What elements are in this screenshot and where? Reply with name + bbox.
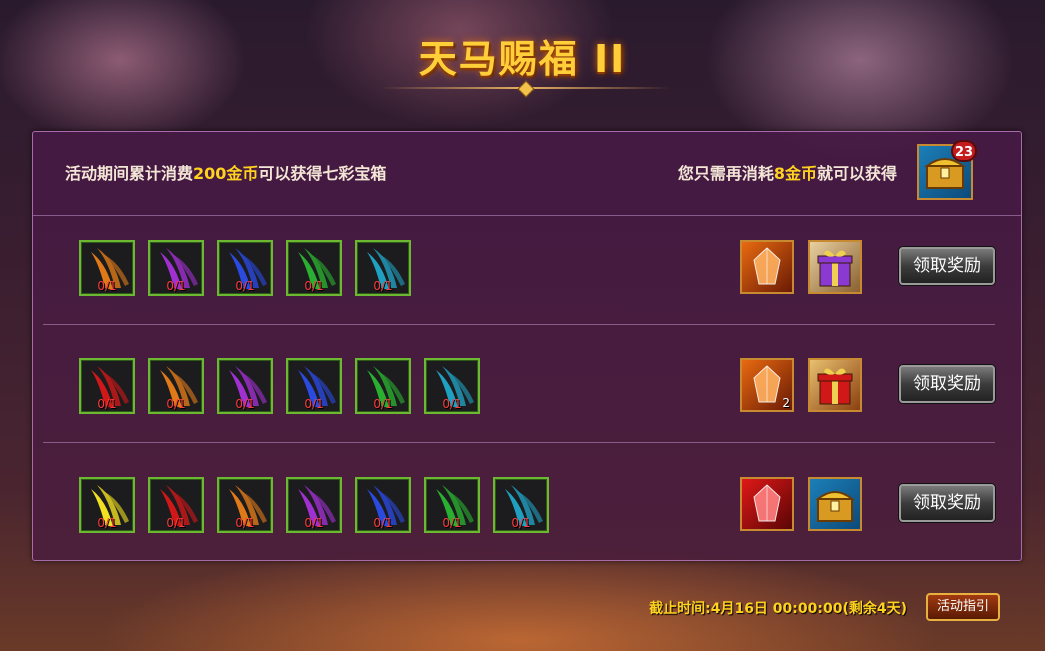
row-divider — [43, 442, 995, 443]
item-count: 0/1 — [304, 397, 324, 411]
item-count: 0/1 — [511, 516, 531, 530]
claim-reward-button[interactable]: 领取奖励 — [899, 247, 995, 285]
green-feather-icon[interactable]: 0/1 — [286, 240, 342, 296]
orange-feather-icon[interactable]: 0/1 — [79, 240, 135, 296]
blue-feather-icon[interactable]: 0/1 — [286, 358, 342, 414]
reward-row: 0/1 0/1 0/1 0/1 0/1 0/1 0/1 领取奖励 — [33, 452, 1021, 562]
cyan-feather-icon[interactable]: 0/1 — [355, 240, 411, 296]
deadline-text: 截止时间:4月16日 00:00:00(剩余4天) — [649, 601, 907, 617]
claim-reward-button[interactable]: 领取奖励 — [899, 365, 995, 403]
page-title: 天马赐福 II — [418, 37, 627, 81]
cyan-feather-icon[interactable]: 0/1 — [493, 477, 549, 533]
remaining-amount: 8金币 — [773, 164, 817, 183]
purple-gift-box-icon[interactable] — [808, 240, 862, 294]
spend-suffix: 可以获得七彩宝箱 — [258, 164, 387, 183]
treasure-chest-icon[interactable] — [808, 477, 862, 531]
purple-feather-icon[interactable]: 0/1 — [148, 240, 204, 296]
purple-feather-icon[interactable]: 0/1 — [286, 477, 342, 533]
item-count: 0/1 — [304, 279, 324, 293]
spend-prefix: 活动期间累计消费 — [65, 164, 194, 183]
item-count: 0/1 — [166, 516, 186, 530]
item-count: 0/1 — [442, 516, 462, 530]
event-header: 活动期间累计消费200金币可以获得七彩宝箱 您只需再消耗8金币就可以获得 23 — [33, 132, 1021, 216]
spend-amount: 200金币 — [193, 164, 259, 183]
item-count: 0/1 — [373, 397, 393, 411]
item-count: 0/1 — [97, 397, 117, 411]
blue-feather-icon[interactable]: 0/1 — [355, 477, 411, 533]
event-guide-button[interactable]: 活动指引 — [926, 593, 1000, 621]
item-count: 0/1 — [97, 279, 117, 293]
item-count: 0/1 — [166, 397, 186, 411]
orange-crystal-icon[interactable] — [740, 240, 794, 294]
red-feather-icon[interactable]: 0/1 — [148, 477, 204, 533]
green-feather-icon[interactable]: 0/1 — [424, 477, 480, 533]
item-count: 0/1 — [235, 279, 255, 293]
orange-feather-icon[interactable]: 0/1 — [217, 477, 273, 533]
remaining-suffix: 就可以获得 — [816, 164, 897, 183]
claim-reward-button[interactable]: 领取奖励 — [899, 484, 995, 522]
item-count: 0/1 — [235, 516, 255, 530]
event-panel: 活动期间累计消费200金币可以获得七彩宝箱 您只需再消耗8金币就可以获得 23 … — [32, 131, 1022, 561]
red-feather-icon[interactable]: 0/1 — [79, 358, 135, 414]
reward-row: 0/1 0/1 0/1 0/1 0/1 领取奖励 — [33, 215, 1021, 325]
chest-count-badge: 23 — [951, 140, 977, 162]
title-area: 天马赐福 II — [0, 28, 1045, 83]
item-count: 0/1 — [304, 516, 324, 530]
orange-feather-icon[interactable]: 0/1 — [148, 358, 204, 414]
red-crystal-icon[interactable] — [740, 477, 794, 531]
item-count: 0/1 — [442, 397, 462, 411]
reward-count: 2 — [782, 396, 790, 410]
yellow-feather-icon[interactable]: 0/1 — [79, 477, 135, 533]
green-feather-icon[interactable]: 0/1 — [355, 358, 411, 414]
row-divider — [43, 324, 995, 325]
item-count: 0/1 — [97, 516, 117, 530]
red-gift-box-icon[interactable] — [808, 358, 862, 412]
item-count: 0/1 — [373, 279, 393, 293]
purple-feather-icon[interactable]: 0/1 — [217, 358, 273, 414]
item-count: 0/1 — [166, 279, 186, 293]
title-ornament-icon — [517, 80, 535, 98]
orange-crystal-icon[interactable]: 2 — [740, 358, 794, 412]
remaining-prefix: 您只需再消耗 — [677, 164, 774, 183]
spend-requirement-text: 活动期间累计消费200金币可以获得七彩宝箱 — [65, 160, 386, 184]
item-count: 0/1 — [373, 516, 393, 530]
remaining-spend-text: 您只需再消耗8金币就可以获得 — [678, 160, 897, 184]
item-count: 0/1 — [235, 397, 255, 411]
reward-row: 0/1 0/1 0/1 0/1 0/1 0/1 2 领取奖励 — [33, 333, 1021, 443]
cyan-feather-icon[interactable]: 0/1 — [424, 358, 480, 414]
blue-feather-icon[interactable]: 0/1 — [217, 240, 273, 296]
